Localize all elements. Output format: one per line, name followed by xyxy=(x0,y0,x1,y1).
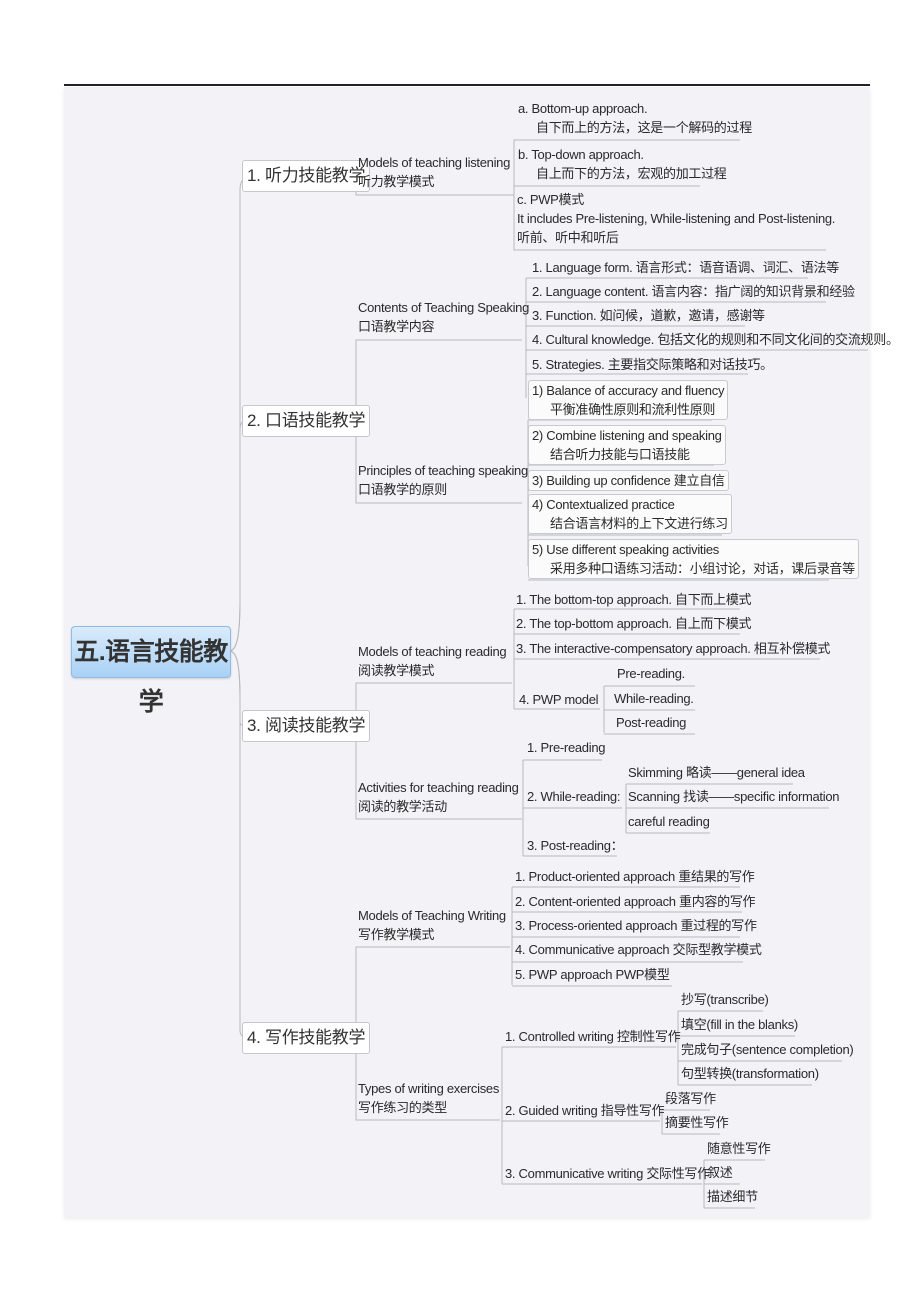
communicative-sub-item[interactable]: 随意性写作 xyxy=(707,1139,771,1158)
while-reading-sub-item[interactable]: careful reading xyxy=(628,812,710,831)
controlled-sub-item[interactable]: 句型转换(transformation) xyxy=(681,1064,819,1083)
listening-model-a[interactable]: a. Bottom-up approach. 自下而上的方法，这是一个解码的过程 xyxy=(518,99,752,137)
item-line1: 4) Contextualized practice xyxy=(532,497,675,512)
topic-zh: 口语教学的原则 xyxy=(358,482,447,497)
while-reading-sub-item[interactable]: Skimming 略读——general idea xyxy=(628,763,805,782)
speaking-content-item[interactable]: 5. Strategies. 主要指交际策略和对话技巧。 xyxy=(532,355,773,374)
branch-speaking[interactable]: 2. 口语技能教学 xyxy=(242,405,371,437)
speaking-principle-item[interactable]: 4) Contextualized practice 结合语言材料的上下文进行练… xyxy=(528,494,732,534)
listening-model-b[interactable]: b. Top-down approach. 自上而下的方法，宏观的加工过程 xyxy=(518,145,727,183)
controlled-sub-item[interactable]: 填空(fill in the blanks) xyxy=(681,1015,798,1034)
writing-model-item[interactable]: 4. Communicative approach 交际型教学模式 xyxy=(515,940,762,959)
topic-en: Models of teaching listening xyxy=(358,155,511,170)
controlled-sub-item[interactable]: 抄写(transcribe) xyxy=(681,990,769,1009)
reading-activity-item[interactable]: 3. Post-reading： xyxy=(527,836,624,855)
writing-model-item[interactable]: 5. PWP approach PWP模型 xyxy=(515,965,670,984)
item-line2: 自下而上的方法，这是一个解码的过程 xyxy=(536,120,752,135)
guided-sub-item[interactable]: 摘要性写作 xyxy=(665,1113,729,1132)
writing-models-topic[interactable]: Models of Teaching Writing 写作教学模式 xyxy=(358,906,506,944)
topic-zh: 口语教学内容 xyxy=(358,319,435,334)
listening-model-c[interactable]: c. PWP模式 It includes Pre-listening, Whil… xyxy=(517,190,835,247)
listening-models-topic[interactable]: Models of teaching listening 听力教学模式 xyxy=(358,153,510,191)
topic-zh: 写作练习的类型 xyxy=(358,1100,447,1115)
topic-en: Types of writing exercises xyxy=(358,1081,500,1096)
reading-activity-item[interactable]: 2. While-reading: xyxy=(527,787,620,806)
topic-en: Models of teaching reading xyxy=(358,644,507,659)
speaking-content-item[interactable]: 3. Function. 如问候，道歉，邀请，感谢等 xyxy=(532,306,765,325)
writing-type-item[interactable]: 2. Guided writing 指导性写作 xyxy=(505,1101,665,1120)
item-line1: 1) Balance of accuracy and fluency xyxy=(532,383,725,398)
pwp-sub-item[interactable]: Post-reading xyxy=(616,713,686,732)
item-line1: b. Top-down approach. xyxy=(518,147,644,162)
writing-types-topic[interactable]: Types of writing exercises 写作练习的类型 xyxy=(358,1079,499,1117)
communicative-sub-item[interactable]: 叙述 xyxy=(707,1163,733,1182)
reading-model-item[interactable]: 4. PWP model xyxy=(519,690,599,709)
item-line1: 2) Combine listening and speaking xyxy=(532,428,722,443)
writing-type-item[interactable]: 3. Communicative writing 交际性写作 xyxy=(505,1164,710,1183)
pwp-sub-item[interactable]: Pre-reading. xyxy=(617,664,685,683)
speaking-content-item[interactable]: 2. Language content. 语言内容：指广阔的知识背景和经验 xyxy=(532,282,855,301)
speaking-principle-item[interactable]: 3) Building up confidence 建立自信 xyxy=(528,470,729,491)
branch-writing[interactable]: 4. 写作技能教学 xyxy=(242,1022,371,1054)
writing-model-item[interactable]: 2. Content-oriented approach 重内容的写作 xyxy=(515,892,756,911)
reading-model-item[interactable]: 2. The top-bottom approach. 自上而下模式 xyxy=(516,614,752,633)
branch-reading[interactable]: 3. 阅读技能教学 xyxy=(242,710,371,742)
item-line1: 5) Use different speaking activities xyxy=(532,542,719,557)
topic-en: Principles of teaching speaking xyxy=(358,463,528,478)
item-line2: 采用多种口语练习活动：小组讨论，对话，课后录音等 xyxy=(550,561,855,576)
topic-en: Activities for teaching reading xyxy=(358,780,519,795)
speaking-content-item[interactable]: 4. Cultural knowledge. 包括文化的规则和不同文化间的交流规… xyxy=(532,330,899,349)
speaking-principle-item[interactable]: 5) Use different speaking activities 采用多… xyxy=(528,539,859,579)
topic-zh: 阅读教学模式 xyxy=(358,663,435,678)
topic-zh: 阅读的教学活动 xyxy=(358,799,447,814)
speaking-contents-topic[interactable]: Contents of Teaching Speaking 口语教学内容 xyxy=(358,298,529,336)
writing-model-item[interactable]: 1. Product-oriented approach 重结果的写作 xyxy=(515,867,755,886)
writing-type-item[interactable]: 1. Controlled writing 控制性写作 xyxy=(505,1027,681,1046)
page-top-rule xyxy=(64,84,870,86)
speaking-principle-item[interactable]: 1) Balance of accuracy and fluency 平衡准确性… xyxy=(528,380,729,420)
writing-model-item[interactable]: 3. Process-oriented approach 重过程的写作 xyxy=(515,916,757,935)
item-line1: a. Bottom-up approach. xyxy=(518,101,648,116)
topic-en: Contents of Teaching Speaking xyxy=(358,300,530,315)
topic-en: Models of Teaching Writing xyxy=(358,908,506,923)
guided-sub-item[interactable]: 段落写作 xyxy=(665,1089,716,1108)
item-line3: 听前、听中和听后 xyxy=(517,230,619,245)
communicative-sub-item[interactable]: 描述细节 xyxy=(707,1187,758,1206)
pwp-sub-item[interactable]: While-reading. xyxy=(614,689,694,708)
speaking-principle-item[interactable]: 2) Combine listening and speaking 结合听力技能… xyxy=(528,425,726,465)
speaking-principles-topic[interactable]: Principles of teaching speaking 口语教学的原则 xyxy=(358,461,528,499)
item-line2: 平衡准确性原则和流利性原则 xyxy=(550,402,716,417)
topic-zh: 听力教学模式 xyxy=(358,174,435,189)
root-topic[interactable]: 五.语言技能教学 xyxy=(71,626,231,716)
reading-activity-item[interactable]: 1. Pre-reading xyxy=(527,738,605,757)
item-line2: It includes Pre-listening, While-listeni… xyxy=(517,211,836,226)
item-line1: c. PWP模式 xyxy=(517,192,584,207)
reading-activities-topic[interactable]: Activities for teaching reading 阅读的教学活动 xyxy=(358,778,519,816)
reading-model-item[interactable]: 3. The interactive-compensatory approach… xyxy=(516,639,830,658)
item-line2: 结合听力技能与口语技能 xyxy=(550,447,690,462)
item-line2: 自上而下的方法，宏观的加工过程 xyxy=(536,166,727,181)
branch-listening[interactable]: 1. 听力技能教学 xyxy=(242,160,371,192)
reading-model-item[interactable]: 1. The bottom-top approach. 自下而上模式 xyxy=(516,590,752,609)
while-reading-sub-item[interactable]: Scanning 找读——specific information xyxy=(628,787,840,806)
topic-zh: 写作教学模式 xyxy=(358,927,435,942)
speaking-content-item[interactable]: 1. Language form. 语言形式：语音语调、词汇、语法等 xyxy=(532,258,839,277)
reading-models-topic[interactable]: Models of teaching reading 阅读教学模式 xyxy=(358,642,507,680)
controlled-sub-item[interactable]: 完成句子(sentence completion) xyxy=(681,1040,854,1059)
item-line2: 结合语言材料的上下文进行练习 xyxy=(550,516,728,531)
